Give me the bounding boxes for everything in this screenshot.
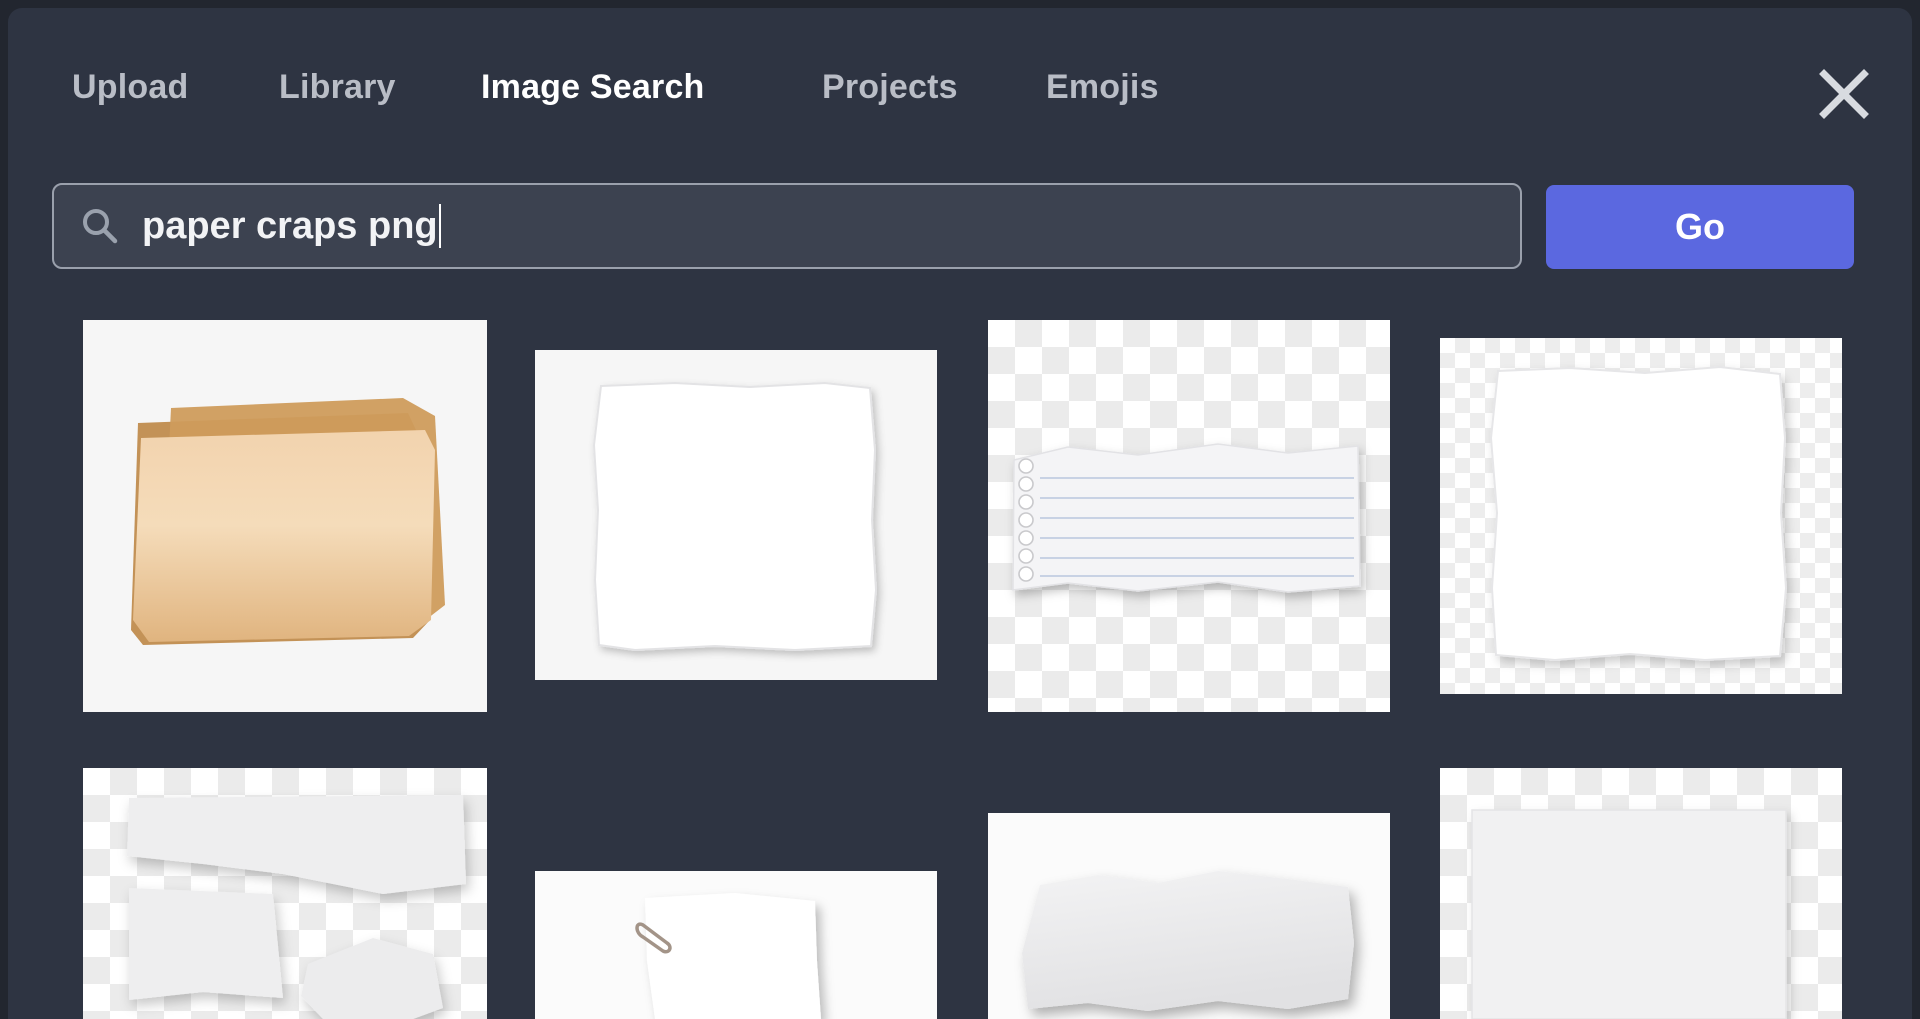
tab-upload[interactable]: Upload (72, 66, 188, 108)
result-tile[interactable] (83, 768, 487, 1019)
result-tile[interactable] (535, 350, 937, 680)
search-row: paper craps png Go (52, 183, 1864, 277)
search-submit-button[interactable]: Go (1546, 185, 1854, 269)
tab-bar: Upload Library Image Search Projects Emo… (8, 8, 1912, 148)
close-icon[interactable] (1816, 66, 1872, 122)
results-grid (8, 298, 1912, 1019)
result-tile[interactable] (535, 871, 937, 1019)
search-input[interactable]: paper craps png (52, 183, 1522, 269)
image-search-panel: Upload Library Image Search Projects Emo… (8, 8, 1912, 1019)
tab-emojis[interactable]: Emojis (1046, 66, 1159, 108)
result-tile[interactable] (1440, 768, 1842, 1019)
result-tile[interactable] (83, 320, 487, 712)
result-tile[interactable] (988, 813, 1390, 1019)
result-tile[interactable] (988, 320, 1390, 712)
search-input-value: paper craps png (142, 203, 438, 249)
tab-library[interactable]: Library (279, 66, 396, 108)
search-icon (80, 206, 120, 246)
result-tile[interactable] (1440, 338, 1842, 694)
tab-projects[interactable]: Projects (822, 66, 958, 108)
text-caret (439, 204, 441, 248)
tab-image-search[interactable]: Image Search (481, 66, 705, 108)
